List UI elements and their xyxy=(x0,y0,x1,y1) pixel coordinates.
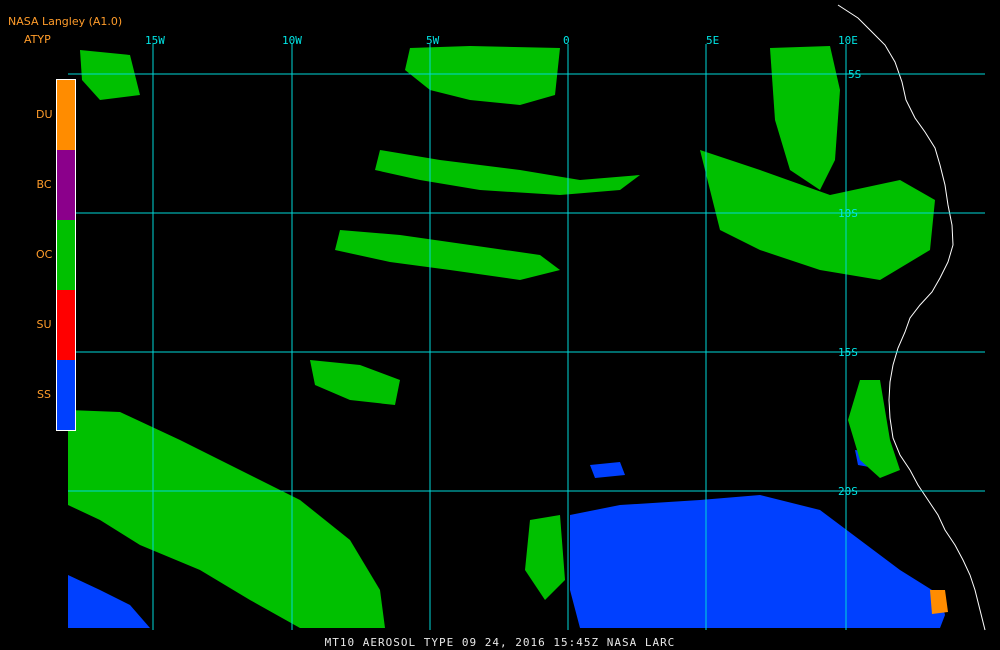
lat-label-5s: 5S xyxy=(848,68,861,81)
lon-label-10w: 10W xyxy=(282,34,302,47)
legend-swatch-du xyxy=(57,80,75,150)
header-product: ATYP xyxy=(24,33,51,46)
oc-region-northeast xyxy=(770,46,840,190)
oc-patch-mid xyxy=(310,360,400,405)
lon-label-0: 0 xyxy=(563,34,570,47)
lon-label-15w: 15W xyxy=(145,34,165,47)
legend-swatch-ss xyxy=(57,360,75,430)
oc-region-southwest xyxy=(68,410,385,628)
du-patch xyxy=(930,590,948,614)
lon-label-5e: 5E xyxy=(706,34,719,47)
lat-label-10s: 10S xyxy=(838,207,858,220)
ss-region-southeast xyxy=(570,495,945,628)
oc-region-north xyxy=(405,46,560,105)
oc-patch-south xyxy=(525,515,565,600)
oc-band-1 xyxy=(375,150,640,195)
header-source: NASA Langley (A1.0) xyxy=(8,15,123,28)
coastline xyxy=(837,4,986,631)
lon-label-10e: 10E xyxy=(838,34,858,47)
lat-label-20s: 20S xyxy=(838,485,858,498)
legend-label-du: DU xyxy=(36,108,53,121)
aerosol-map: 15W 10W 5W 0 5E 10E 5S 10S 15S 20S xyxy=(68,4,986,631)
oc-patch-nw xyxy=(80,50,140,100)
legend-label-oc: OC xyxy=(36,248,53,261)
oc-coastal-patch xyxy=(848,380,900,478)
legend-swatch-bc xyxy=(57,150,75,220)
legend-label-su: SU xyxy=(36,318,52,331)
lon-label-5w: 5W xyxy=(426,34,440,47)
legend-swatch-su xyxy=(57,290,75,360)
legend-label-ss: SS xyxy=(37,388,51,401)
color-legend xyxy=(56,79,76,431)
legend-label-bc: BC xyxy=(36,178,52,191)
ss-patch-1 xyxy=(590,462,625,478)
ss-region-southwest xyxy=(68,575,150,628)
lat-label-15s: 15S xyxy=(838,346,858,359)
legend-swatch-oc xyxy=(57,220,75,290)
footer-caption: MT10 AEROSOL TYPE 09 24, 2016 15:45Z NAS… xyxy=(324,636,676,649)
aerosol-fields xyxy=(68,46,948,628)
oc-band-2 xyxy=(335,230,560,280)
